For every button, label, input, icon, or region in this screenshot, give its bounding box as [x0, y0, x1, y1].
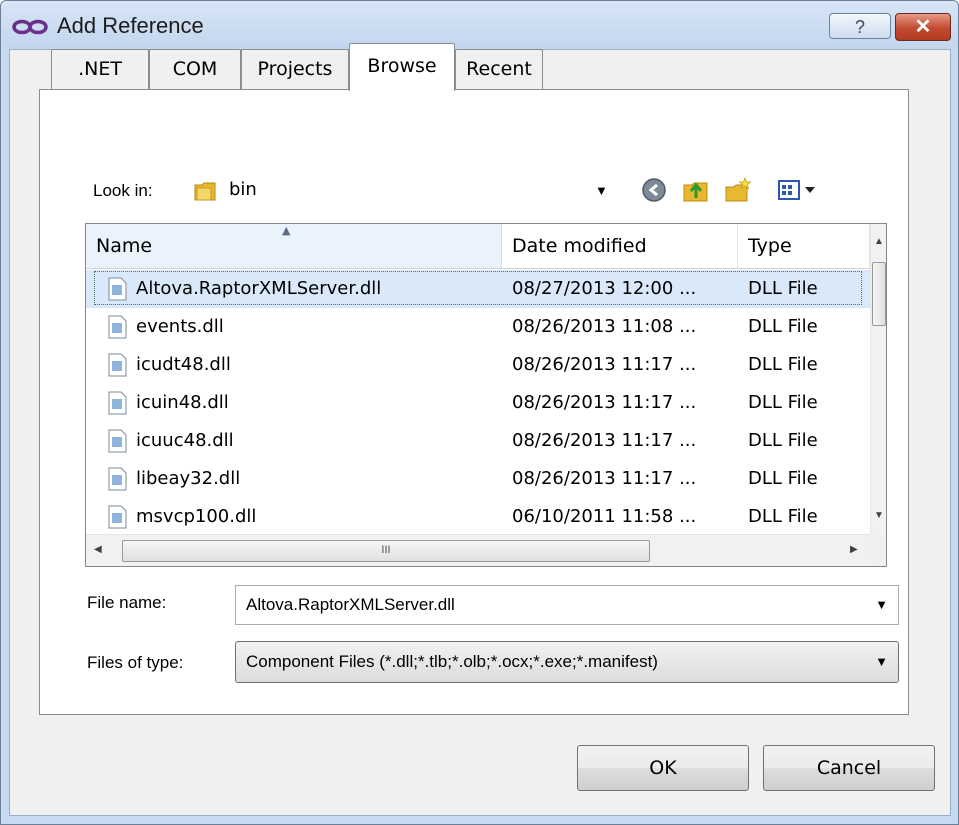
file-type-cell: DLL File: [748, 506, 818, 527]
file-date-cell: 06/10/2011 11:58 ...: [512, 506, 697, 527]
new-folder-icon[interactable]: [723, 175, 753, 205]
sort-ascending-icon: ▲: [282, 224, 291, 237]
tab-label: .NET: [78, 58, 122, 80]
up-folder-icon[interactable]: [681, 175, 711, 205]
file-name-cell: Altova.RaptorXMLServer.dll: [136, 278, 382, 299]
close-button[interactable]: ✕: [895, 13, 951, 41]
vertical-scroll-thumb[interactable]: [872, 262, 886, 326]
dll-file-icon: [108, 277, 127, 301]
scrollbar-corner: [870, 534, 886, 566]
scroll-right-icon[interactable]: ▶: [850, 544, 858, 555]
file-date-cell: 08/27/2013 12:00 ...: [512, 278, 697, 299]
column-header-date[interactable]: Date modified: [502, 224, 738, 268]
files-of-type-label: Files of type:: [87, 653, 184, 672]
scroll-up-icon[interactable]: ▲: [874, 236, 884, 247]
chevron-down-icon: ▼: [595, 183, 608, 198]
file-name-cell: icuuc48.dll: [136, 430, 234, 451]
dll-file-icon: [108, 315, 127, 339]
tab-label: Recent: [466, 58, 532, 80]
file-date-cell: 08/26/2013 11:17 ...: [512, 354, 697, 375]
tab-browse[interactable]: Browse: [349, 43, 455, 91]
file-date-cell: 08/26/2013 11:08 ...: [512, 316, 697, 337]
look-in-combo[interactable]: bin ▼: [181, 167, 627, 215]
help-button[interactable]: ?: [829, 13, 891, 39]
dll-file-icon: [108, 353, 127, 377]
file-type-cell: DLL File: [748, 354, 818, 375]
horizontal-scroll-thumb[interactable]: III: [122, 540, 650, 562]
file-name-cell: icudt48.dll: [136, 354, 231, 375]
file-row[interactable]: Altova.RaptorXMLServer.dll 08/27/2013 12…: [86, 270, 870, 308]
column-header-label: Name: [96, 235, 153, 257]
file-name-label: File name:: [87, 593, 167, 612]
dll-file-icon: [108, 467, 127, 491]
file-row[interactable]: icuuc48.dll 08/26/2013 11:17 ... DLL Fil…: [86, 422, 870, 460]
tab-label: Projects: [257, 58, 333, 80]
file-type-cell: DLL File: [748, 316, 818, 337]
dll-file-icon: [108, 391, 127, 415]
column-header-type[interactable]: Type: [738, 224, 870, 268]
file-type-cell: DLL File: [748, 468, 818, 489]
file-name-field[interactable]: Altova.RaptorXMLServer.dll ▼: [235, 585, 899, 625]
file-name-cell: events.dll: [136, 316, 224, 337]
file-date-cell: 08/26/2013 11:17 ...: [512, 392, 697, 413]
tab-recent[interactable]: Recent: [455, 49, 543, 89]
file-row[interactable]: libeay32.dll 08/26/2013 11:17 ... DLL Fi…: [86, 460, 870, 498]
cancel-button-label: Cancel: [816, 757, 882, 779]
tab-com[interactable]: COM: [149, 49, 241, 89]
infinity-icon: [12, 19, 48, 35]
files-of-type-select[interactable]: Component Files (*.dll;*.tlb;*.olb;*.ocx…: [235, 641, 899, 683]
file-row[interactable]: icuin48.dll 08/26/2013 11:17 ... DLL Fil…: [86, 384, 870, 422]
file-type-cell: DLL File: [748, 430, 818, 451]
file-date-cell: 08/26/2013 11:17 ...: [512, 468, 697, 489]
files-of-type-value: Component Files (*.dll;*.tlb;*.olb;*.ocx…: [246, 652, 658, 671]
tab-label: COM: [172, 58, 218, 80]
file-date-cell: 08/26/2013 11:17 ...: [512, 430, 697, 451]
file-name-cell: icuin48.dll: [136, 392, 229, 413]
file-name-cell: msvcp100.dll: [136, 506, 257, 527]
look-in-value: bin: [229, 179, 257, 200]
tab-dotnet[interactable]: .NET: [51, 49, 149, 89]
file-name-cell: libeay32.dll: [136, 468, 241, 489]
file-list-header: ▲ Name Date modified Type: [86, 224, 870, 269]
dll-file-icon: [108, 505, 127, 529]
dialog-title: Add Reference: [57, 13, 204, 38]
column-header-name[interactable]: ▲ Name: [86, 224, 502, 268]
close-icon: ✕: [914, 16, 932, 38]
ok-button-label: OK: [649, 757, 677, 779]
horizontal-scrollbar[interactable]: ◀ III ▶: [86, 534, 870, 566]
file-row[interactable]: events.dll 08/26/2013 11:08 ... DLL File: [86, 308, 870, 346]
dll-file-icon: [108, 429, 127, 453]
scroll-left-icon[interactable]: ◀: [94, 544, 102, 555]
scroll-down-icon[interactable]: ▼: [874, 510, 884, 521]
back-icon[interactable]: [641, 177, 667, 203]
look-in-label: Look in:: [93, 181, 153, 200]
help-icon: ?: [854, 17, 865, 37]
tab-projects[interactable]: Projects: [241, 49, 349, 89]
view-menu-icon[interactable]: [777, 179, 821, 203]
chevron-down-icon: ▼: [875, 654, 888, 669]
cancel-button[interactable]: Cancel: [763, 745, 935, 791]
file-type-cell: DLL File: [748, 278, 818, 299]
folder-icon: [194, 182, 216, 201]
file-row[interactable]: msvcp100.dll 06/10/2011 11:58 ... DLL Fi…: [86, 498, 870, 536]
file-type-cell: DLL File: [748, 392, 818, 413]
chevron-down-icon[interactable]: ▼: [875, 586, 888, 624]
scroll-grip: III: [381, 544, 391, 556]
column-header-label: Type: [748, 235, 792, 257]
vertical-scrollbar[interactable]: ▲ ▼: [870, 224, 886, 534]
file-row[interactable]: icudt48.dll 08/26/2013 11:17 ... DLL Fil…: [86, 346, 870, 384]
add-reference-dialog: Add Reference ? ✕ .NET COM Projects Brow…: [0, 0, 959, 825]
title-bar[interactable]: Add Reference ? ✕: [1, 1, 958, 49]
column-header-label: Date modified: [512, 235, 647, 257]
file-list[interactable]: ▲ Name Date modified Type Altova.RaptorX…: [85, 223, 887, 567]
tab-label: Browse: [367, 55, 437, 77]
file-name-value: Altova.RaptorXMLServer.dll: [246, 595, 455, 614]
ok-button[interactable]: OK: [577, 745, 749, 791]
